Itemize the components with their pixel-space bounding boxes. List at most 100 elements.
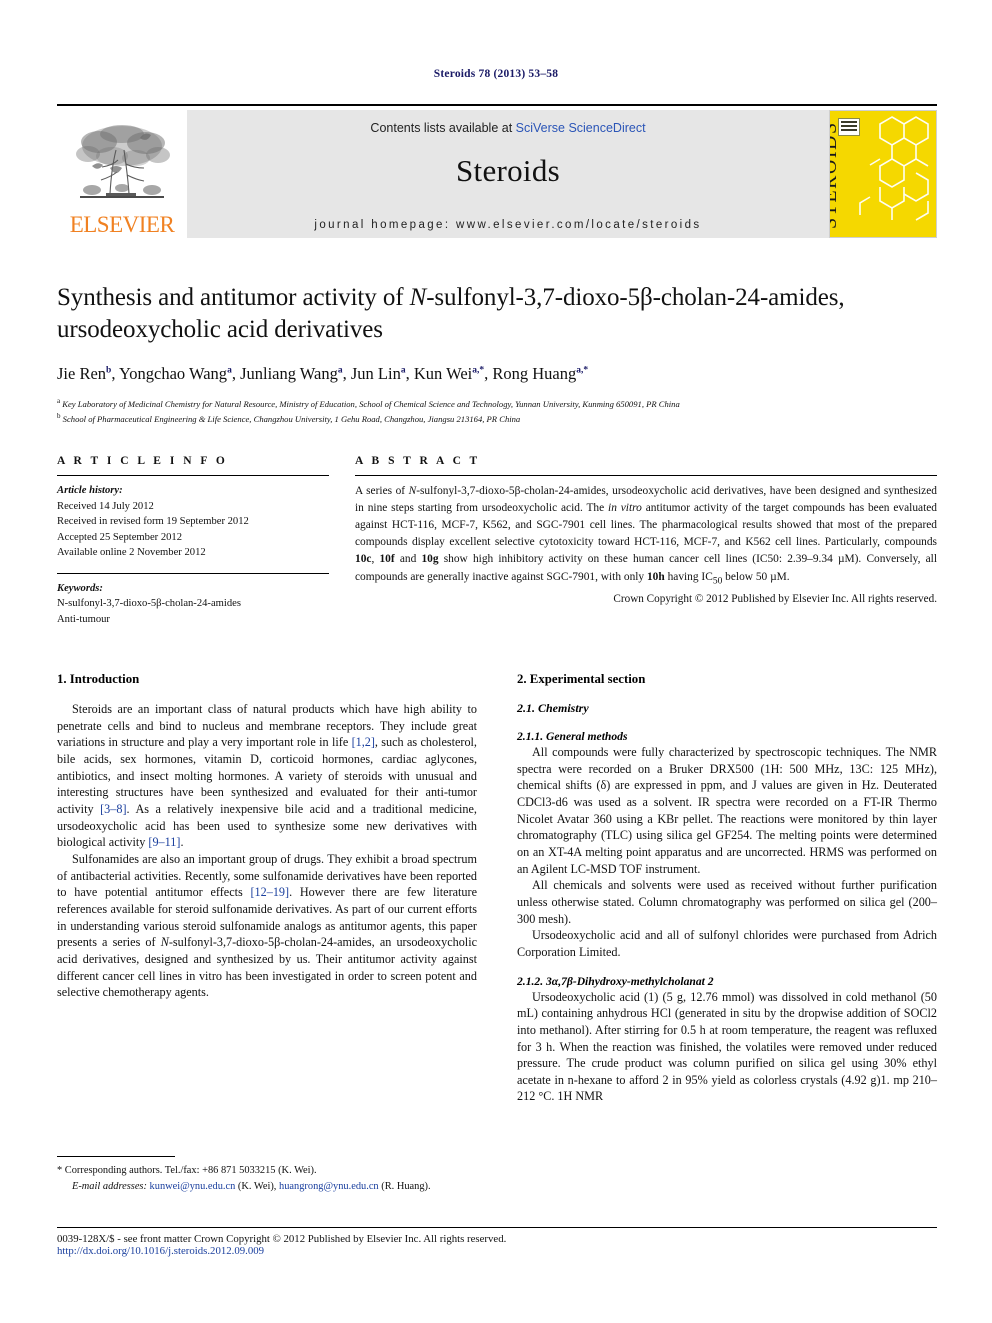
email-owner-rong-huang: (R. Huang). bbox=[381, 1180, 431, 1192]
affiliation-list: a Key Laboratory of Medicinal Chemistry … bbox=[57, 396, 937, 426]
author-affiliation-mark: a,* bbox=[576, 365, 589, 376]
keywords-label: Keywords: bbox=[57, 582, 103, 594]
email-addresses-label: E-mail addresses: bbox=[72, 1180, 147, 1192]
journal-title: Steroids bbox=[455, 153, 560, 188]
article-info-heading: A R T I C L E I N F O bbox=[57, 455, 228, 467]
abstract-text: A series of N-sulfonyl-3,7-dioxo-5β-chol… bbox=[355, 483, 937, 588]
contents-available-line: Contents lists available at SciVerse Sci… bbox=[187, 121, 829, 135]
heading-experimental-section: 2. Experimental section bbox=[517, 672, 646, 686]
journal-homepage-line[interactable]: journal homepage: www.elsevier.com/locat… bbox=[187, 219, 829, 231]
author-affiliation-mark: a,* bbox=[472, 365, 485, 376]
general-methods-paragraph-2: All chemicals and solvents were used as … bbox=[517, 878, 937, 926]
email-owner-kun-wei: (K. Wei), bbox=[237, 1180, 277, 1192]
article-history-label: Article history: bbox=[57, 485, 123, 496]
affiliation-mark: b bbox=[57, 412, 61, 421]
page-footer: 0039-128X/$ - see front matter Crown Cop… bbox=[57, 1227, 937, 1257]
abstract-seg-8: below 50 µM. bbox=[722, 570, 790, 583]
abstract-copyright: Crown Copyright © 2012 Published by Else… bbox=[613, 593, 937, 606]
heading-general-methods: 2.1.1. General methods bbox=[517, 730, 628, 743]
author-name: Yongchao Wang bbox=[118, 364, 228, 383]
intro-p2-italic-n: N bbox=[160, 935, 169, 950]
intro-paragraph-1: Steroids are an important class of natur… bbox=[57, 701, 477, 851]
body-columns: 1. Introduction Steroids are an importan… bbox=[57, 672, 937, 1212]
author-entry: Yongchao Wanga bbox=[119, 364, 232, 383]
sub-2-1-2-paragraph: Ursodeoxycholic acid (1) (5 g, 12.76 mmo… bbox=[517, 989, 937, 1104]
author-affiliation-mark: a bbox=[227, 365, 232, 376]
issn-copyright-line: 0039-128X/$ - see front matter Crown Cop… bbox=[57, 1233, 507, 1245]
body-column-right: 2. Experimental section 2.1. Chemistry 2… bbox=[517, 672, 937, 1212]
author-name: Rong Huang bbox=[492, 364, 577, 383]
compound-10g: 10g bbox=[421, 553, 439, 566]
author-name: Junliang Wang bbox=[240, 364, 338, 383]
history-revised: Received in revised form 19 September 20… bbox=[57, 516, 249, 528]
general-methods-paragraph-1: All compounds were fully characterized b… bbox=[517, 745, 937, 876]
info-abstract-region: A R T I C L E I N F O Article history: R… bbox=[57, 455, 937, 628]
author-name: Jun Lin bbox=[350, 364, 401, 383]
journal-cover-thumbnail: STEROIDS bbox=[829, 110, 937, 238]
article-info-rule bbox=[57, 475, 329, 476]
citation-12-19[interactable]: [12–19] bbox=[250, 885, 289, 899]
abstract-seg-5: and bbox=[394, 553, 422, 566]
cover-journal-title: STEROIDS bbox=[829, 121, 841, 229]
abstract-invitro: in vitro bbox=[608, 502, 642, 515]
title-italic-n: N bbox=[409, 284, 427, 311]
history-accepted: Accepted 25 September 2012 bbox=[57, 531, 183, 543]
history-received: Received 14 July 2012 bbox=[57, 500, 154, 512]
compound-10c: 10c bbox=[355, 553, 372, 566]
sciencedirect-link[interactable]: SciVerse ScienceDirect bbox=[516, 121, 646, 135]
general-methods-paragraph-3: Ursodeoxycholic acid and all of sulfonyl… bbox=[517, 928, 937, 959]
corresponding-author-note: * Corresponding authors. Tel./fax: +86 8… bbox=[57, 1165, 317, 1176]
author-entry: Rong Huanga,* bbox=[492, 364, 588, 383]
affiliation-mark: a bbox=[57, 397, 61, 405]
article-title: Synthesis and antitumor activity of N-su… bbox=[57, 282, 937, 346]
email-addresses-note: E-mail addresses: kunwei@ynu.edu.cn (K. … bbox=[57, 1179, 477, 1195]
title-block: Synthesis and antitumor activity of N-su… bbox=[57, 282, 937, 426]
heading-sub-2-1-2: 2.1.2. 3α,7β-Dihydroxy-methylcholanat 2 bbox=[517, 974, 714, 988]
history-online: Available online 2 November 2012 bbox=[57, 547, 206, 559]
heading-chemistry: 2.1. Chemistry bbox=[517, 701, 589, 715]
abstract-column: A B S T R A C T A series of N-sulfonyl-3… bbox=[355, 455, 937, 628]
author-entry: Junliang Wanga bbox=[240, 364, 343, 383]
ic50-subscript: 50 bbox=[712, 575, 723, 586]
keyword-item: Anti-tumour bbox=[57, 613, 110, 625]
affiliation-item: a Key Laboratory of Medicinal Chemistry … bbox=[57, 396, 937, 411]
masthead-center-band: Contents lists available at SciVerse Sci… bbox=[187, 110, 829, 238]
author-affiliation-mark: a bbox=[400, 365, 406, 376]
email-link-kun-wei[interactable]: kunwei@ynu.edu.cn bbox=[150, 1181, 236, 1192]
affiliation-text: Key Laboratory of Medicinal Chemistry fo… bbox=[62, 398, 680, 409]
affiliation-item: b School of Pharmaceutical Engineering &… bbox=[57, 411, 937, 426]
author-affiliation-mark: b bbox=[106, 365, 112, 376]
citation-1-2[interactable]: [1,2] bbox=[352, 735, 375, 749]
footnote-block: * Corresponding authors. Tel./fax: +86 8… bbox=[57, 1156, 477, 1194]
intro-paragraph-2: Sulfonamides are also an important group… bbox=[57, 851, 477, 1001]
affiliation-text: School of Pharmaceutical Engineering & L… bbox=[62, 414, 521, 425]
citation-9-11[interactable]: [9–11] bbox=[148, 835, 180, 849]
article-info-column: A R T I C L E I N F O Article history: R… bbox=[57, 455, 329, 628]
journal-masthead: ELSEVIER Contents lists available at Sci… bbox=[57, 104, 937, 238]
citation-3-8[interactable]: [3–8] bbox=[100, 802, 126, 816]
elsevier-tree-icon bbox=[66, 120, 178, 212]
author-affiliation-mark: a bbox=[337, 365, 343, 376]
abstract-rule bbox=[355, 475, 937, 476]
abstract-seg-7: having IC bbox=[664, 570, 713, 583]
elsevier-logo: ELSEVIER bbox=[57, 110, 187, 238]
title-part-1: Synthesis and antitumor activity of bbox=[57, 284, 410, 311]
keyword-item: N-sulfonyl-3,7-dioxo-5β-cholan-24-amides bbox=[57, 598, 241, 610]
compound-10f: 10f bbox=[379, 553, 395, 566]
author-entry: Jun Lina bbox=[351, 364, 406, 383]
author-entry: Kun Weia,* bbox=[414, 364, 484, 383]
running-head: Steroids 78 (2013) 53–58 bbox=[433, 68, 559, 80]
heading-introduction: 1. Introduction bbox=[57, 672, 140, 686]
intro-p1-seg-d: . bbox=[180, 835, 184, 850]
article-history-block: Article history: Received 14 July 2012 R… bbox=[57, 483, 329, 561]
footnote-rule bbox=[57, 1156, 175, 1157]
contents-prefix-text: Contents lists available at bbox=[370, 121, 516, 135]
doi-link[interactable]: http://dx.doi.org/10.1016/j.steroids.201… bbox=[57, 1245, 937, 1257]
abstract-seg-1: A series of bbox=[355, 485, 409, 497]
author-name: Kun Wei bbox=[413, 364, 473, 383]
abstract-heading: A B S T R A C T bbox=[355, 455, 481, 467]
elsevier-wordmark: ELSEVIER bbox=[69, 212, 175, 237]
author-entry: Jie Renb bbox=[57, 364, 111, 383]
article-info-separator bbox=[57, 572, 329, 574]
email-link-rong-huang[interactable]: huangrong@ynu.edu.cn bbox=[279, 1181, 379, 1192]
